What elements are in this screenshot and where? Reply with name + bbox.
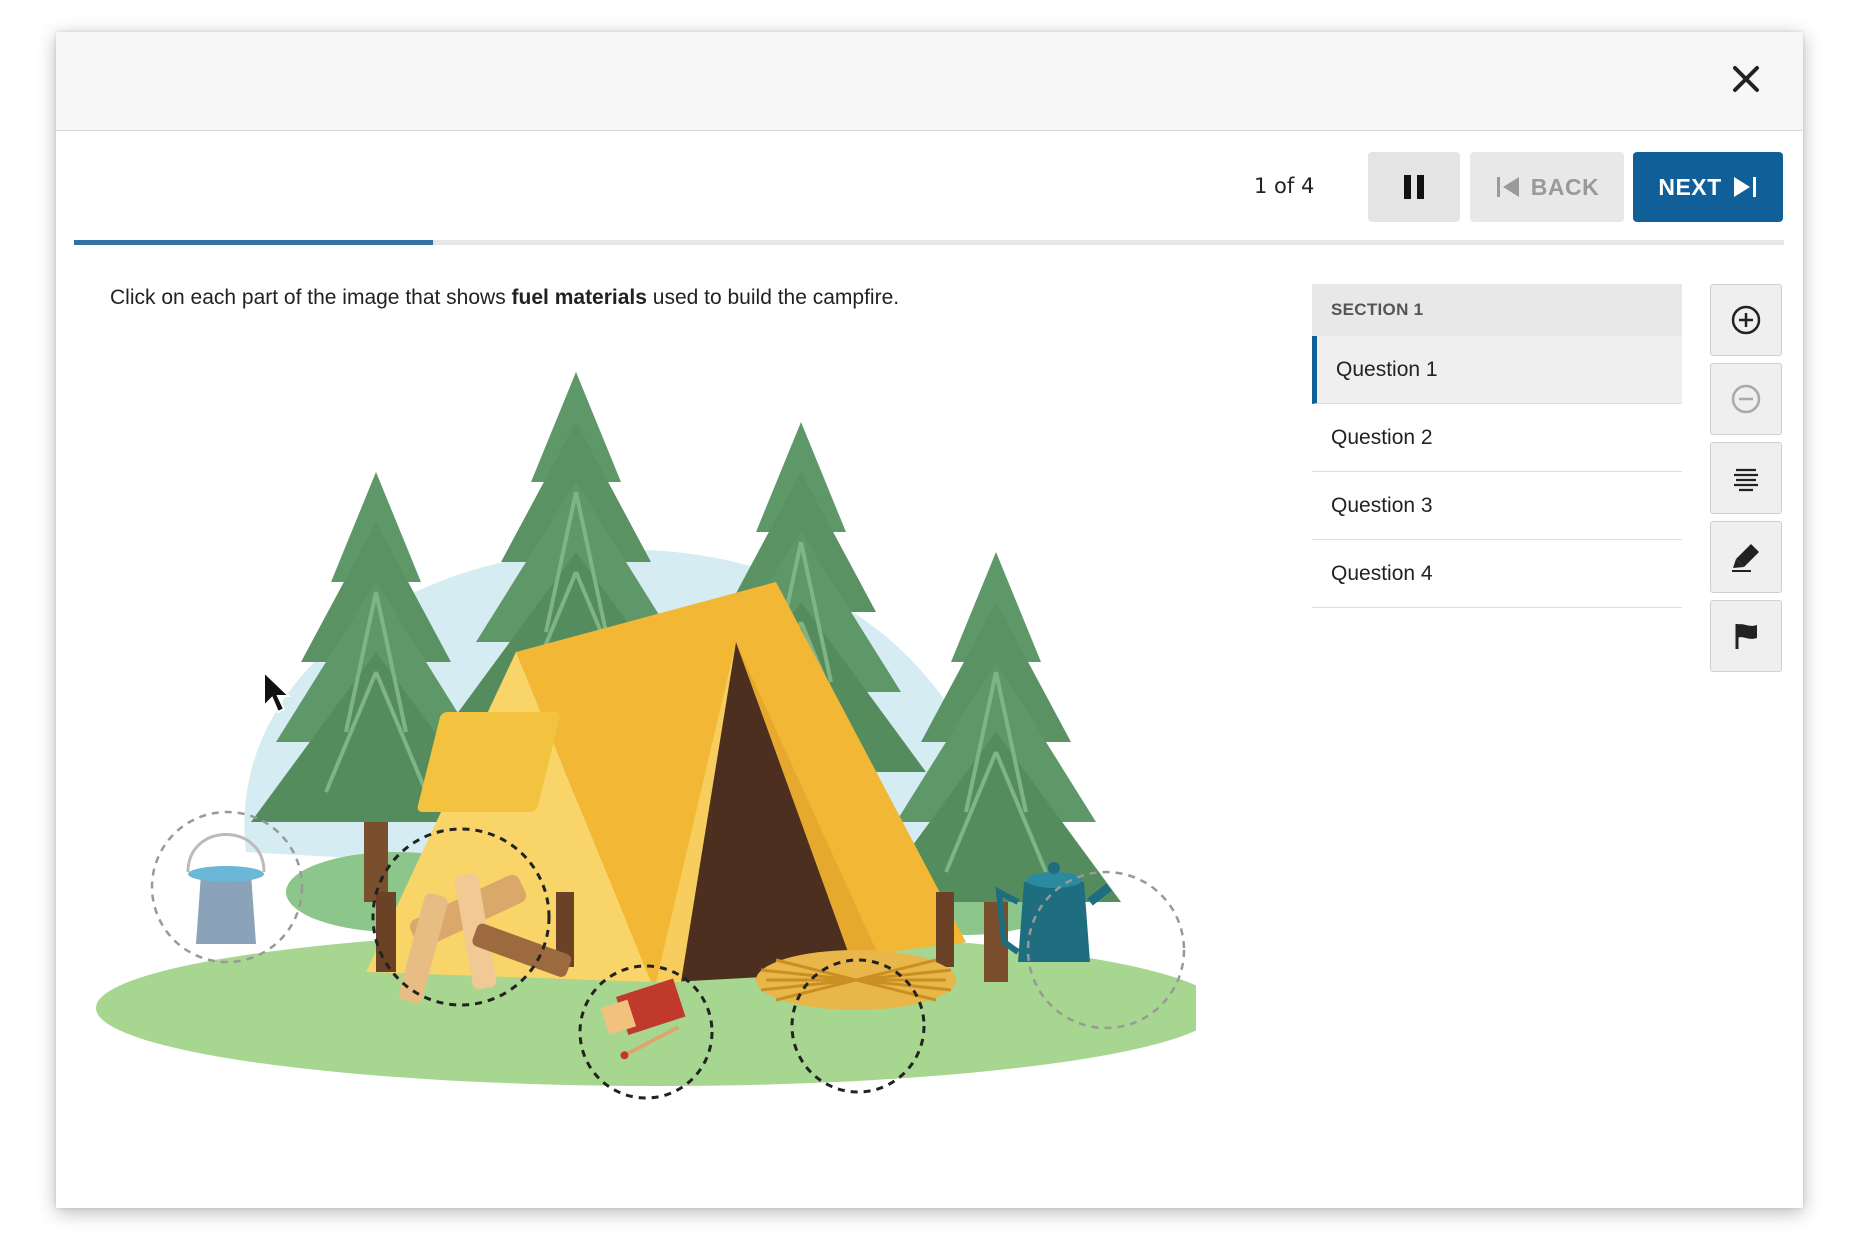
pause-icon xyxy=(1404,175,1424,199)
line-reader-button[interactable] xyxy=(1710,442,1782,514)
next-label: NEXT xyxy=(1658,173,1722,200)
section-header: SECTION 1 xyxy=(1312,284,1682,336)
question-navigator: SECTION 1 Question 1 Question 2 Question… xyxy=(1312,284,1682,608)
back-button[interactable]: BACK xyxy=(1470,152,1624,222)
tool-palette xyxy=(1710,284,1782,679)
zoom-out-icon xyxy=(1731,384,1761,414)
question-item-1[interactable]: Question 1 xyxy=(1312,336,1682,404)
question-prompt: Click on each part of the image that sho… xyxy=(110,286,899,310)
prompt-text-start: Click on each part of the image that sho… xyxy=(110,286,512,309)
close-button[interactable] xyxy=(1723,56,1769,102)
question-item-label: Question 1 xyxy=(1336,357,1438,381)
next-button[interactable]: NEXT xyxy=(1633,152,1783,222)
flag-icon xyxy=(1735,624,1757,649)
progress-fill xyxy=(74,240,434,245)
question-item-3[interactable]: Question 3 xyxy=(1312,472,1682,540)
question-item-4[interactable]: Question 4 xyxy=(1312,540,1682,608)
zoom-in-button[interactable] xyxy=(1710,284,1782,356)
modal-header xyxy=(56,32,1803,131)
highlighter-button[interactable] xyxy=(1710,521,1782,593)
question-item-label: Question 4 xyxy=(1331,561,1433,585)
line-reader-icon xyxy=(1734,468,1758,492)
prompt-text-end: used to build the campfire. xyxy=(646,286,900,309)
question-modal: 1 of 4 BACK NEXT Click on each part of t… xyxy=(56,32,1803,1208)
highlighter-icon xyxy=(1732,544,1759,572)
skip-back-icon xyxy=(1496,177,1519,197)
question-item-label: Question 3 xyxy=(1331,493,1433,517)
prompt-emphasis: fuel materials xyxy=(511,286,647,309)
back-label: BACK xyxy=(1530,173,1600,200)
progress-bar xyxy=(74,240,1784,245)
question-item-label: Question 2 xyxy=(1331,425,1433,449)
pause-button[interactable] xyxy=(1368,152,1460,222)
skip-forward-icon xyxy=(1733,177,1756,197)
zoom-in-icon xyxy=(1731,305,1761,335)
flag-button[interactable] xyxy=(1710,600,1782,672)
campsite-image xyxy=(96,370,1196,1100)
question-item-2[interactable]: Question 2 xyxy=(1312,404,1682,472)
close-icon[interactable] xyxy=(1731,64,1761,94)
zoom-out-button[interactable] xyxy=(1710,363,1782,435)
straw-bundle xyxy=(756,950,956,1010)
question-counter: 1 of 4 xyxy=(1254,174,1315,198)
mouse-pointer-icon xyxy=(263,670,292,714)
